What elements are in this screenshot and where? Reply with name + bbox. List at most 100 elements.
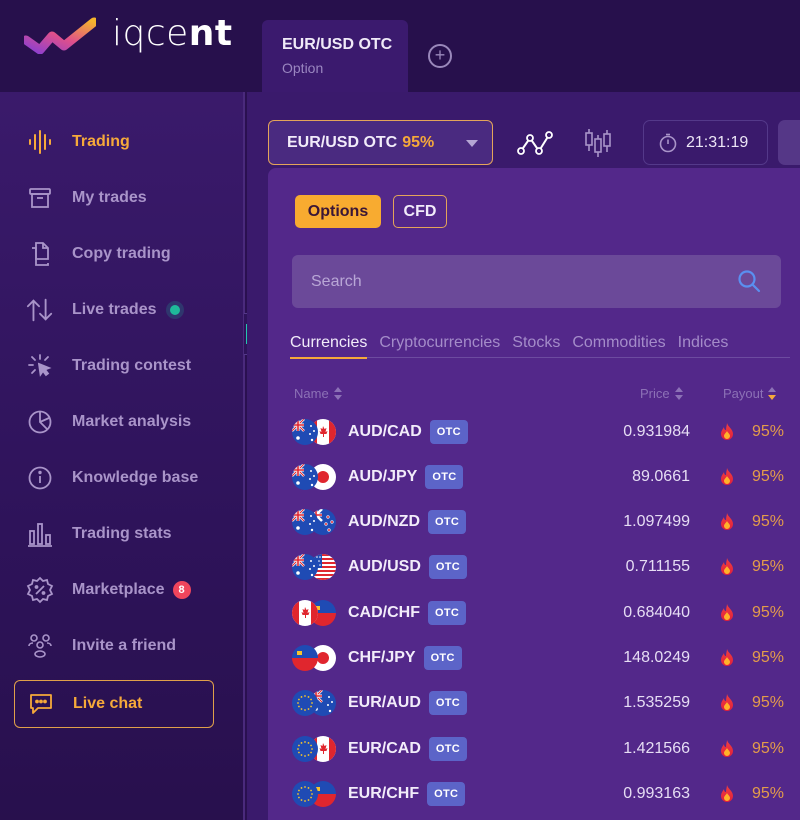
sidebar-item-trading-contest[interactable]: Trading contest <box>14 342 214 390</box>
asset-pair-name: AUD/CAD <box>348 422 422 440</box>
fire-icon <box>720 649 734 667</box>
flag-au-icon <box>292 509 318 536</box>
otc-badge: OTC <box>428 510 467 535</box>
pair-flags <box>290 507 338 537</box>
sidebar-item-invite-a-friend[interactable]: Invite a friend <box>14 622 214 670</box>
column-header-payout[interactable]: Payout <box>723 386 777 401</box>
pair-flags <box>290 417 338 447</box>
sidebar-item-label: Live chat <box>73 695 143 712</box>
sidebar-item-label: Trading <box>72 133 130 150</box>
asset-row[interactable]: CHF/JPY OTC 148.0249 95% <box>290 636 790 681</box>
column-header-name[interactable]: Name <box>294 386 342 401</box>
tab-currencies[interactable]: Currencies <box>290 334 368 359</box>
asset-row[interactable]: EUR/AUD OTC 1.535259 95% <box>290 681 790 726</box>
sidebar-item-live-chat[interactable]: Live chat <box>14 680 214 728</box>
line-chart-button[interactable] <box>516 124 556 162</box>
asset-price: 0.931984 <box>623 422 690 440</box>
pair-flags <box>290 462 338 492</box>
asset-payout: 95% <box>751 422 784 440</box>
pair-flags <box>290 643 338 673</box>
open-asset-tab[interactable]: EUR/USD OTC Option <box>262 20 408 92</box>
column-header-price[interactable]: Price <box>640 386 683 401</box>
tab-cryptocurrencies[interactable]: Cryptocurrencies <box>379 334 500 358</box>
sidebar-item-knowledge-base[interactable]: Knowledge base <box>14 454 214 502</box>
sidebar-item-trading-stats[interactable]: Trading stats <box>14 510 214 558</box>
fire-icon <box>720 558 734 576</box>
flag-au-icon <box>292 418 318 445</box>
asset-row[interactable]: CAD/CHF OTC 0.684040 95% <box>290 590 790 635</box>
tab-commodities[interactable]: Commodities <box>572 334 665 358</box>
asset-row[interactable]: AUD/USD OTC 0.711155 95% <box>290 545 790 590</box>
brand-name: iqcent <box>112 13 233 54</box>
pie-chart-icon <box>26 408 54 436</box>
asset-payout: 95% <box>751 649 784 666</box>
tab-indices[interactable]: Indices <box>678 334 729 358</box>
flag-au-icon <box>292 463 318 490</box>
sort-icon <box>333 387 342 400</box>
live-indicator-dot <box>170 305 181 315</box>
sort-icon <box>674 387 683 400</box>
candlestick-chart-button[interactable] <box>578 124 618 162</box>
column-payout-label: Payout <box>723 386 764 401</box>
arrows-up-down-icon <box>26 296 54 324</box>
fire-icon <box>720 513 734 531</box>
asset-row[interactable]: AUD/NZD OTC 1.097499 95% <box>290 500 790 545</box>
sort-desc-icon <box>768 387 777 400</box>
asset-payout: 95% <box>751 558 784 576</box>
flag-ch-icon <box>292 645 318 671</box>
stopwatch-icon <box>659 133 677 152</box>
column-price-label: Price <box>640 386 670 401</box>
asset-row[interactable]: EUR/CHF OTC 0.993163 95% <box>290 771 790 816</box>
asset-row[interactable]: EUR/CAD OTC 1.421566 95% <box>290 726 790 771</box>
info-circle-icon <box>26 464 54 492</box>
tab-stocks[interactable]: Stocks <box>512 334 560 358</box>
sidebar-item-live-trades[interactable]: Live trades <box>14 286 214 334</box>
sidebar-item-market-analysis[interactable]: Market analysis <box>14 398 214 446</box>
otc-badge: OTC <box>428 691 468 716</box>
asset-row[interactable]: AUD/CAD OTC 0.931984 95% <box>290 409 790 454</box>
toolbar-button-cut-off[interactable] <box>778 120 800 165</box>
asset-pair-name: AUD/USD <box>348 558 421 576</box>
asset-row[interactable]: AUD/JPY OTC 89.0661 95% <box>290 454 790 499</box>
search-input[interactable] <box>292 272 722 291</box>
asset-payout: 95% <box>751 467 784 485</box>
asset-pair-name: EUR/CAD <box>348 739 421 757</box>
pair-flags <box>290 688 338 718</box>
asset-pair-name: AUD/NZD <box>348 513 420 531</box>
asset-pair-name: AUD/JPY <box>348 467 418 485</box>
caret-down-icon <box>466 140 478 147</box>
asset-payout: 95% <box>751 739 784 757</box>
type-cfd-button[interactable]: CFD <box>393 195 447 228</box>
top-bar: iqcent EUR/USD OTC Option + <box>0 0 800 92</box>
brand-logo[interactable]: iqcent <box>24 14 233 54</box>
bar-chart-icon <box>26 520 54 548</box>
sidebar-item-marketplace[interactable]: Marketplace 8 <box>14 566 214 614</box>
otc-badge: OTC <box>425 464 464 489</box>
column-name-label: Name <box>294 386 329 401</box>
asset-price: 1.535259 <box>623 694 690 712</box>
sidebar-item-my-trades[interactable]: My trades <box>14 174 214 222</box>
sidebar-item-trading[interactable]: Trading <box>14 118 214 166</box>
flag-eu-icon <box>292 780 318 807</box>
asset-pair-name: CAD/CHF <box>348 603 420 621</box>
asset-payout: 95% <box>751 513 784 531</box>
sidebar-item-label: My trades <box>72 189 147 206</box>
fire-icon <box>720 603 734 622</box>
sidebar-item-label: Marketplace <box>72 581 165 598</box>
asset-selector[interactable]: EUR/USD OTC 95% <box>268 120 493 165</box>
sidebar-item-copy-trading[interactable]: Copy trading <box>14 230 214 278</box>
type-options-button[interactable]: Options <box>295 195 381 228</box>
expiry-timer[interactable]: 21:31:19 <box>643 120 768 165</box>
add-tab-button[interactable]: + <box>428 44 452 68</box>
otc-badge: OTC <box>428 736 468 761</box>
fire-icon <box>720 467 734 486</box>
search-icon[interactable] <box>737 269 761 293</box>
pair-flags <box>290 552 338 582</box>
otc-badge: OTC <box>423 646 462 670</box>
sidebar: Trading My trades Copy trading Live trades T… <box>0 92 245 820</box>
copy-documents-icon <box>26 240 54 268</box>
asset-payout: 95% <box>751 694 784 712</box>
sidebar-item-label: Knowledge base <box>72 469 199 486</box>
asset-price: 89.0661 <box>632 467 690 485</box>
otc-badge: OTC <box>429 419 468 444</box>
